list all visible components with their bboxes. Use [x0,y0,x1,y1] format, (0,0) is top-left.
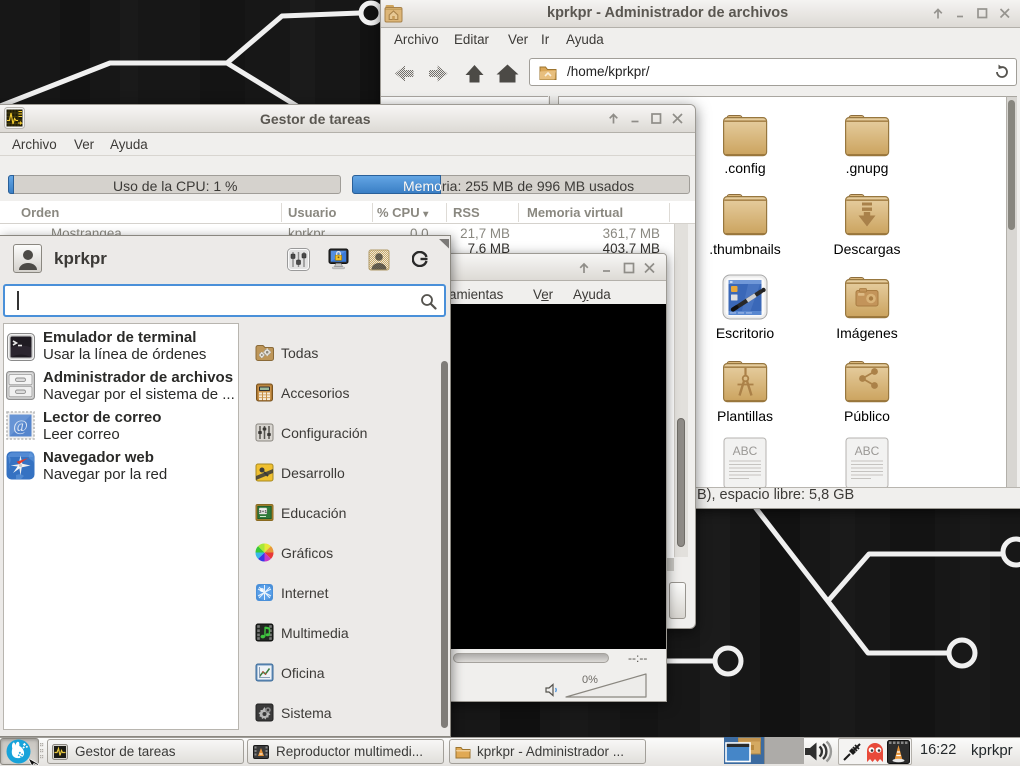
svg-text:ABC: ABC [733,444,758,458]
svg-text:ABC: ABC [855,444,880,458]
svg-text:@: @ [13,418,28,435]
svg-text:3+1: 3+1 [259,509,267,515]
